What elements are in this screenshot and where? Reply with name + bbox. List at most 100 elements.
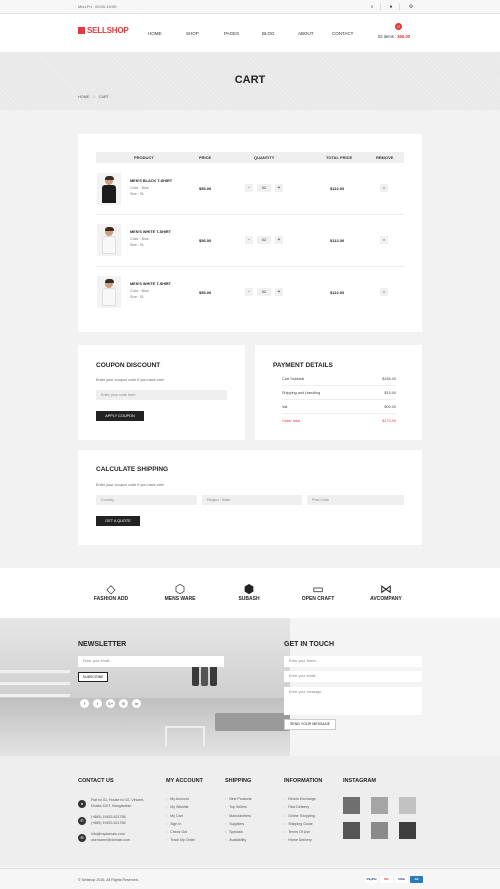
quantity-stepper: - 02 + xyxy=(245,184,285,192)
twitter-icon[interactable]: t xyxy=(93,699,102,708)
gear-icon[interactable]: ⚙ xyxy=(407,3,415,11)
get-quote-button[interactable]: GET A QUOTE xyxy=(96,516,140,526)
product-image[interactable] xyxy=(97,173,121,205)
google-plus-icon[interactable]: G+ xyxy=(106,699,115,708)
product-name[interactable]: MEN'S WHITE T-SHIRT xyxy=(130,282,171,286)
footer-link[interactable]: Check Out xyxy=(166,830,195,838)
contact-name-input[interactable]: Enter your Name... xyxy=(284,656,422,667)
footer-link[interactable]: My Wishlist xyxy=(166,805,195,813)
contact-email-input[interactable]: Enter your email... xyxy=(284,671,422,682)
footer-link[interactable]: Online Shopping xyxy=(284,814,316,822)
cart-icon[interactable]: 0 xyxy=(395,23,402,30)
top-bar: Mon-Fri : 09:00-19:00 ⌕ ● ⚙ xyxy=(0,0,500,14)
footer-account-links: My Account My Wishlist My Cart Sign In C… xyxy=(166,797,195,847)
breadcrumb-current: CART xyxy=(98,95,109,99)
coupon-code-input[interactable]: Enter your code here. xyxy=(96,390,227,400)
col-remove: REMOVE xyxy=(376,155,394,160)
qty-plus-button[interactable]: + xyxy=(275,288,283,296)
instagram-photo[interactable] xyxy=(371,822,388,839)
qty-minus-button[interactable]: - xyxy=(245,236,253,244)
brand-logo[interactable]: ⋈ AVCOMPANY xyxy=(356,583,416,602)
facebook-icon[interactable]: f xyxy=(80,699,89,708)
product-image[interactable] xyxy=(97,276,121,308)
phone-icon: ✆ xyxy=(78,817,86,825)
shipping-title: CALCULATE SHIPPING xyxy=(96,466,169,473)
footer-link[interactable]: Specials xyxy=(225,830,252,838)
country-select[interactable]: Country xyxy=(96,495,197,505)
remove-button[interactable]: × xyxy=(380,236,388,244)
brand-hexagon-icon: ⬡ xyxy=(174,582,186,596)
store-interior-image xyxy=(0,618,290,756)
product-meta: Color : Blue Size : SL xyxy=(130,186,149,196)
contact-message-textarea[interactable]: Enter your message... xyxy=(284,687,422,715)
col-product: PRODUCT xyxy=(134,155,154,160)
footer-link[interactable]: New Products xyxy=(225,797,251,805)
qty-value[interactable]: 02 xyxy=(257,184,271,192)
footer-link[interactable]: My Account xyxy=(166,797,195,805)
qty-value[interactable]: 02 xyxy=(257,288,271,296)
col-quantity: QUANTITY xyxy=(254,155,275,160)
instagram-photo[interactable] xyxy=(371,797,388,814)
newsletter-title: NEWSLETTER xyxy=(78,641,127,648)
logo[interactable]: SELLSHOP xyxy=(78,26,129,35)
get-in-touch-title: GET IN TOUCH xyxy=(284,641,335,648)
instagram-photo[interactable] xyxy=(399,797,416,814)
footer-link[interactable]: Home Delivery xyxy=(284,838,316,846)
subscribe-button[interactable]: SUBSCRIBE xyxy=(78,672,108,682)
instagram-photo[interactable] xyxy=(343,797,360,814)
footer-link[interactable]: Suppliers xyxy=(225,822,252,830)
nav-shop[interactable]: SHOP xyxy=(186,31,199,36)
footer-link[interactable]: Shipping Guide xyxy=(284,822,316,830)
footer-link[interactable]: Manufactirers xyxy=(225,814,252,822)
post-code-input[interactable]: Post Code xyxy=(307,495,404,505)
qty-minus-button[interactable]: - xyxy=(245,184,253,192)
product-name[interactable]: MEN'S WHITE T-SHIRT xyxy=(130,230,171,234)
apply-coupon-button[interactable]: APPLY COUPON xyxy=(96,411,144,421)
instagram-photo[interactable] xyxy=(399,822,416,839)
nav-home[interactable]: HOME xyxy=(148,31,162,36)
header: SELLSHOP HOME SHOP PAGES BLOG ABOUT CONT… xyxy=(0,14,500,52)
footer-link[interactable]: Track My Order xyxy=(166,838,195,846)
linkedin-icon[interactable]: in xyxy=(132,699,141,708)
search-icon[interactable]: ⌕ xyxy=(368,3,376,11)
send-message-button[interactable]: SEND YOUR MESSAGE xyxy=(284,719,336,730)
footer-link[interactable]: Sign In xyxy=(166,822,195,830)
nav-pages[interactable]: PAGES xyxy=(224,31,239,36)
dribbble-icon[interactable]: ◎ xyxy=(119,699,128,708)
qty-plus-button[interactable]: + xyxy=(275,184,283,192)
row-divider xyxy=(96,214,404,215)
brand-logo[interactable]: ⬢ SUBASH xyxy=(219,583,279,602)
footer-link[interactable]: Fast Delivery xyxy=(284,805,316,813)
footer-link[interactable]: Top Sellers xyxy=(225,805,252,813)
footer-info-links: Return Exchange Fast Delivery Online Sho… xyxy=(284,797,316,847)
brand-logo[interactable]: ▭ OPEN CRAFT xyxy=(288,583,348,602)
nav-contact[interactable]: CONTACT xyxy=(332,31,353,36)
footer-link[interactable]: Return Exchange xyxy=(284,797,316,805)
breadcrumb-home[interactable]: HOME xyxy=(78,95,89,99)
user-icon[interactable]: ● xyxy=(387,3,395,11)
brand-logo[interactable]: ◇ FASHION ADD xyxy=(81,583,141,602)
footer-link[interactable]: My Cart xyxy=(166,814,195,822)
product-meta: Color : Blue Size : SL xyxy=(130,289,149,299)
instagram-photo[interactable] xyxy=(343,822,360,839)
nav-blog[interactable]: BLOG xyxy=(262,31,275,36)
cart-summary[interactable]: 02 items : $56.00 xyxy=(378,34,410,39)
newsletter-email-input[interactable]: Enter your email... xyxy=(78,656,224,667)
footer-link[interactable]: Availability xyxy=(225,838,252,846)
product-price: $56.00 xyxy=(199,290,212,295)
footer-emails[interactable]: info@mydomain.com username@domain.com xyxy=(91,832,130,843)
qty-minus-button[interactable]: - xyxy=(245,288,253,296)
remove-button[interactable]: × xyxy=(380,184,388,192)
footer-link[interactable]: Terms Of Use xyxy=(284,830,316,838)
paypal-icon: PayPal xyxy=(365,876,378,883)
coupon-subtitle: Enter your coupon code if you have one! xyxy=(96,378,165,382)
nav-about[interactable]: ABOUT xyxy=(298,31,314,36)
product-image[interactable] xyxy=(97,224,121,256)
brand-logo[interactable]: ⬡ MENS WARE xyxy=(150,583,210,602)
brand-diamond-icon: ◇ xyxy=(106,582,116,596)
product-name[interactable]: MEN'S BLACK T-SHIRT xyxy=(130,179,172,183)
region-input[interactable]: Region / State xyxy=(202,495,302,505)
remove-button[interactable]: × xyxy=(380,288,388,296)
qty-plus-button[interactable]: + xyxy=(275,236,283,244)
qty-value[interactable]: 02 xyxy=(257,236,271,244)
